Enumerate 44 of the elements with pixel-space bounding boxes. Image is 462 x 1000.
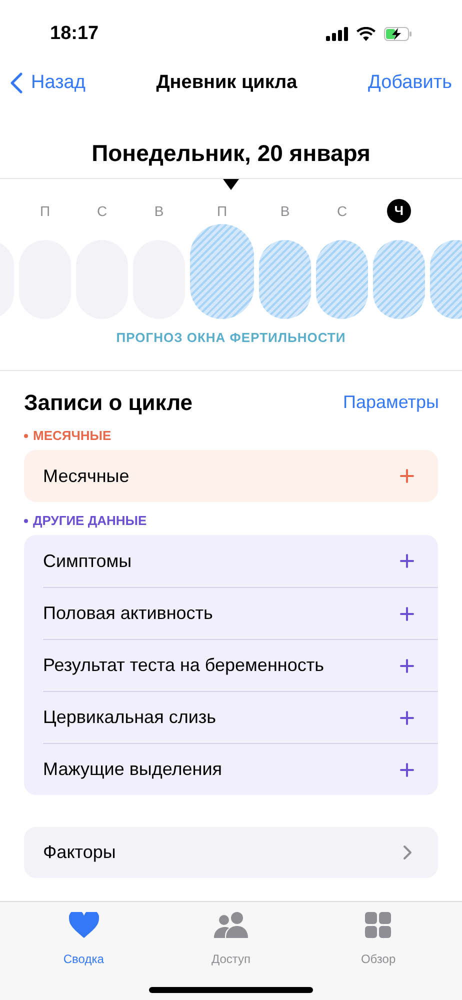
plus-icon bbox=[400, 658, 414, 672]
entry-label: Результат теста на беременность bbox=[43, 654, 324, 677]
factors-label: Факторы bbox=[43, 841, 116, 864]
status-time: 18:17 bbox=[50, 22, 99, 46]
plus-icon bbox=[400, 606, 414, 620]
signal-icon bbox=[326, 27, 348, 41]
entry-row[interactable]: Результат теста на беременность bbox=[43, 639, 438, 691]
entry-label: Половая активность bbox=[43, 602, 213, 625]
day-pill[interactable] bbox=[259, 240, 311, 319]
date-title: Понедельник, 20 января bbox=[92, 138, 370, 168]
pointer-icon bbox=[223, 179, 239, 190]
entry-row[interactable]: Месячные bbox=[43, 450, 438, 502]
add-button[interactable]: Добавить bbox=[368, 68, 452, 98]
entry-row[interactable]: Цервикальная слизь bbox=[43, 691, 438, 743]
entry-row[interactable]: Половая активность bbox=[43, 587, 438, 639]
tab-item[interactable]: Сводка bbox=[34, 912, 134, 968]
day-pill[interactable] bbox=[316, 240, 368, 319]
nav-title: Дневник цикла bbox=[156, 70, 298, 95]
plus-icon bbox=[400, 469, 414, 483]
section-title: Записи о цикле bbox=[24, 388, 193, 416]
factors-row[interactable]: Факторы bbox=[24, 827, 438, 878]
fertility-legend: ПРОГНОЗ ОКНА ФЕРТИЛЬНОСТИ bbox=[116, 328, 346, 348]
entry-row[interactable]: Мажущие выделения bbox=[43, 743, 438, 795]
entry-label: Цервикальная слизь bbox=[43, 706, 216, 729]
wifi-icon bbox=[356, 27, 376, 41]
plus-icon bbox=[400, 554, 414, 568]
battery-charging-icon bbox=[384, 27, 412, 41]
entry-label: Месячные bbox=[43, 464, 130, 488]
today-label: Ч bbox=[387, 199, 411, 223]
parameters-button[interactable]: Параметры bbox=[343, 388, 439, 416]
entry-label: Мажущие выделения bbox=[43, 758, 222, 781]
chevron-left-icon bbox=[10, 72, 23, 94]
heart-icon bbox=[68, 912, 99, 938]
people-icon bbox=[212, 912, 250, 938]
back-button[interactable]: Назад bbox=[10, 68, 86, 98]
plus-icon bbox=[400, 710, 414, 724]
category-title: МЕСЯЧНЫЕ bbox=[33, 427, 112, 446]
plus-icon bbox=[400, 762, 414, 776]
category-title: ДРУГИЕ ДАННЫЕ bbox=[33, 512, 147, 530]
entry-row[interactable]: Симптомы bbox=[43, 535, 438, 587]
grid-icon bbox=[365, 912, 392, 938]
entry-label: Симптомы bbox=[43, 550, 132, 572]
day-pill[interactable] bbox=[373, 240, 425, 319]
chevron-right-icon bbox=[403, 845, 412, 860]
